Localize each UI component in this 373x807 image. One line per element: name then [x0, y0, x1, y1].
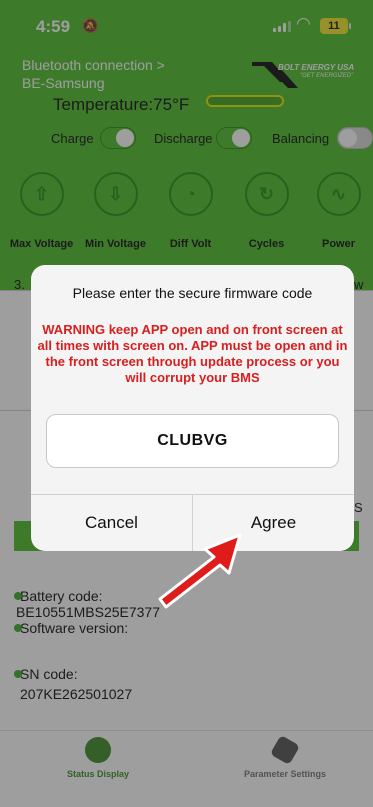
- firmware-code-dialog: Please enter the secure firmware code WA…: [31, 265, 354, 551]
- dialog-title: Please enter the secure firmware code: [72, 285, 313, 301]
- red-arrow-annotation: [158, 533, 242, 609]
- firmware-code-input[interactable]: CLUBVG: [46, 414, 339, 468]
- dialog-warning: WARNING keep APP open and on front scree…: [37, 322, 348, 385]
